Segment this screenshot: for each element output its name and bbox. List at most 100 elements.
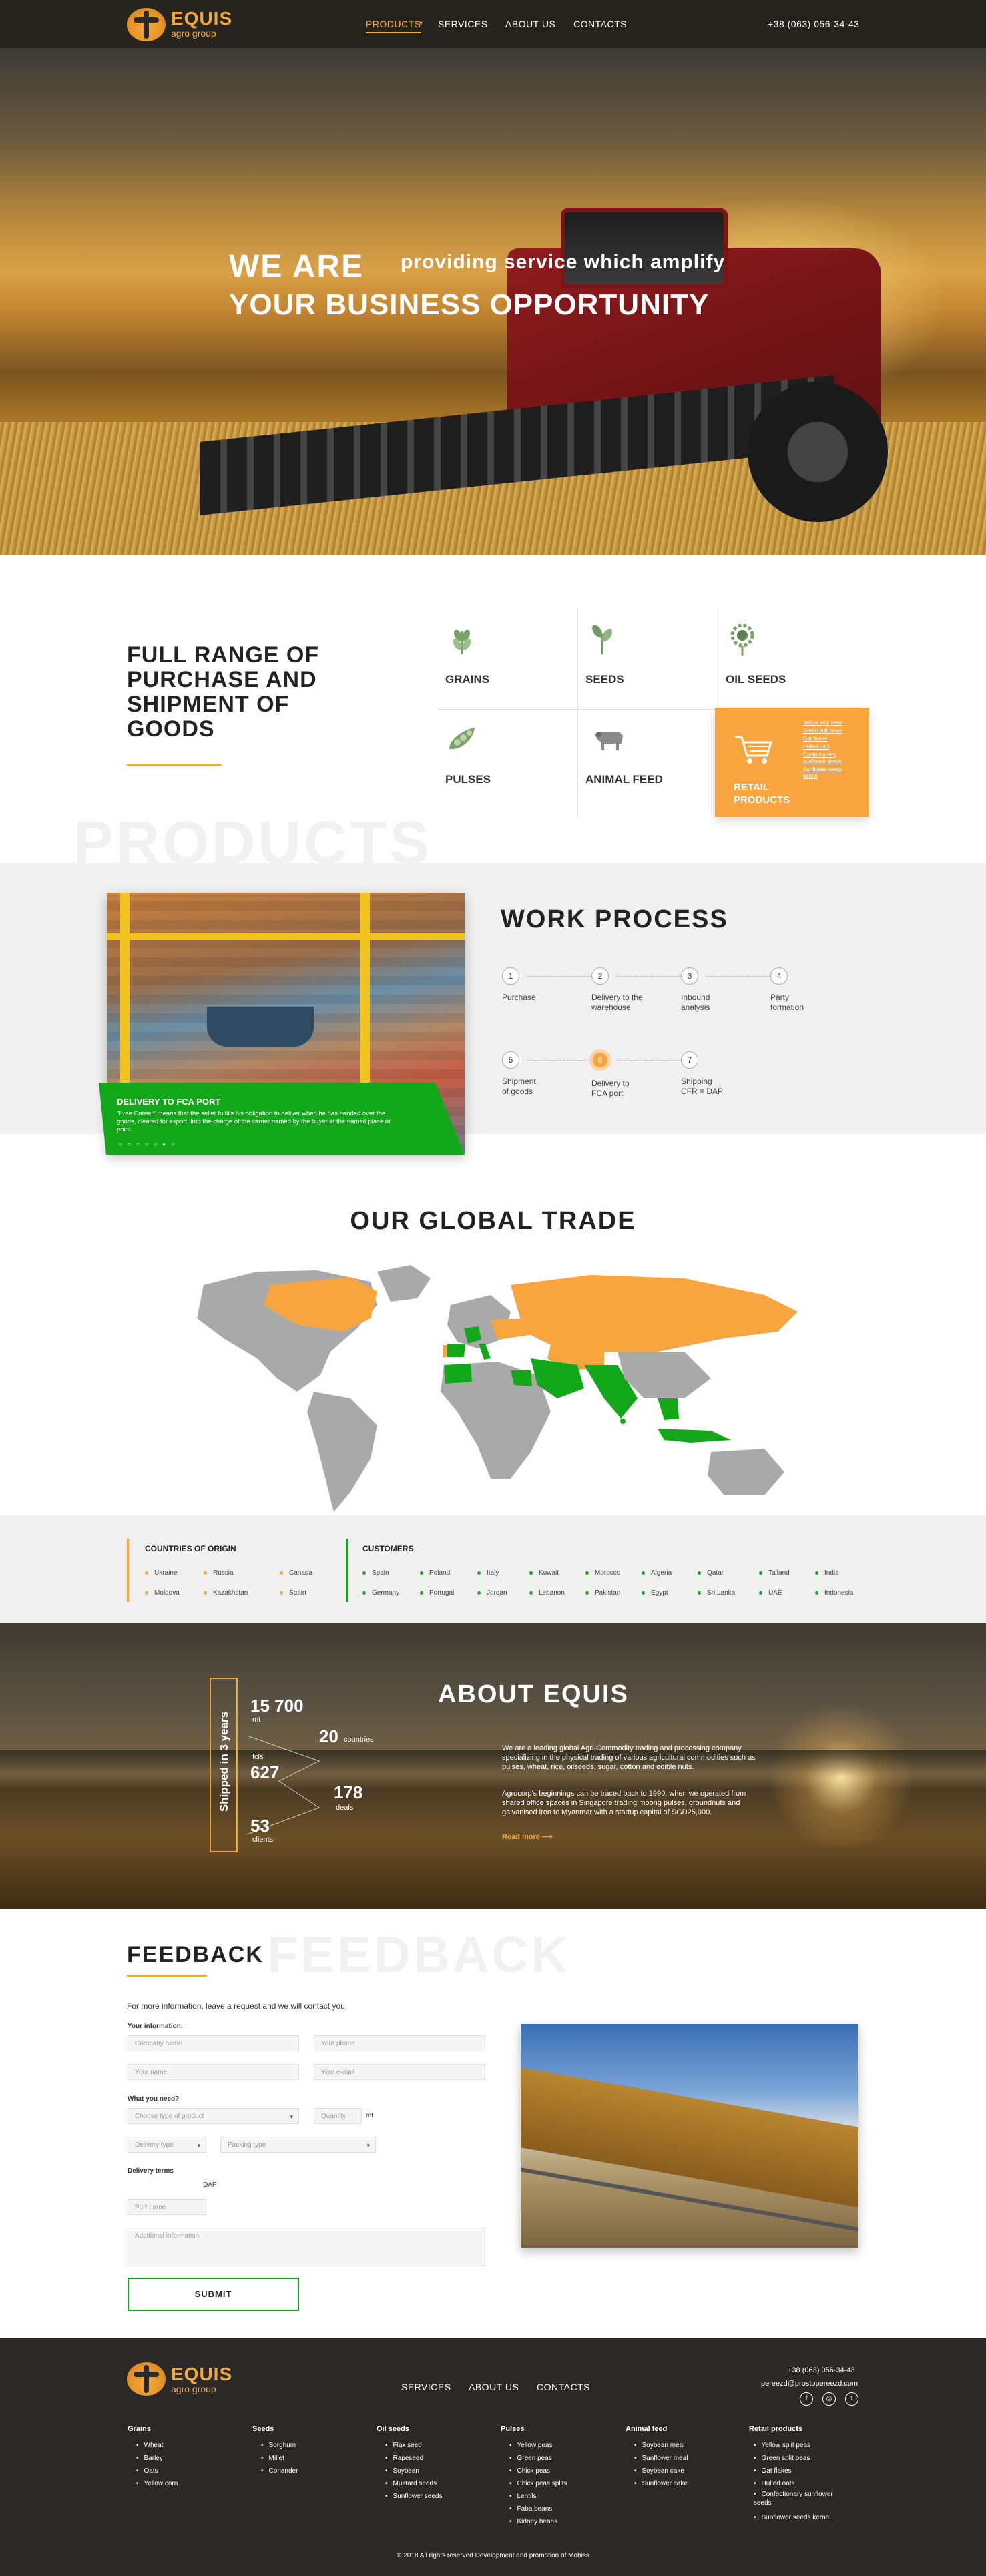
product-animal-feed[interactable]: ANIMAL FEED [577, 709, 718, 809]
footer-link[interactable]: Yellow peas [509, 2439, 567, 2452]
retail-link[interactable]: Sunflower seeds kernel [803, 766, 856, 780]
retail-link[interactable]: Confectionery sunflower seeds [803, 752, 856, 765]
what-need-label: What you need? [128, 2095, 180, 2103]
instagram-icon[interactable]: ◎ [822, 2392, 836, 2406]
footer-link[interactable]: Millet [261, 2452, 298, 2465]
additional-info-textarea[interactable]: Additional information [128, 2228, 485, 2266]
footer-link[interactable]: Hulled oats [754, 2477, 840, 2490]
equis-logo-icon[interactable] [127, 2362, 166, 2396]
footer-link[interactable]: Kidney beans [509, 2515, 567, 2528]
footer-logo-name[interactable]: EQUIS [171, 2364, 232, 2385]
footer-link[interactable]: Chick peas [509, 2465, 567, 2477]
product-type-select[interactable]: Choose type of product [128, 2108, 299, 2124]
footer-link[interactable]: Mustard seeds [385, 2477, 442, 2490]
facebook-icon[interactable]: f [800, 2392, 813, 2406]
product-oil-seeds[interactable]: OIL SEEDS [718, 609, 858, 709]
retail-link[interactable]: Green split peas [803, 728, 856, 734]
retail-links: Yellow split peas Green split peas Oat f… [803, 720, 856, 781]
work-step[interactable]: 4 Party formation [770, 967, 810, 1013]
port-name-input[interactable]: Port name [128, 2199, 206, 2215]
retail-link[interactable]: Hulled oats [803, 744, 856, 750]
header-phone[interactable]: +38 (063) 056-34-43 [768, 19, 860, 29]
footer-col-title[interactable]: Oil seeds [377, 2425, 409, 2433]
footer-link[interactable]: Sunflower meal [634, 2452, 688, 2465]
product-pulses[interactable]: PULSES [437, 709, 577, 809]
footer-phone[interactable]: +38 (063) 056-34-43 [788, 2366, 855, 2374]
origin-title: COUNTRIES OF ORIGIN [145, 1544, 236, 1553]
origin-country: Kazakhstan [204, 1589, 248, 1597]
footer-link[interactable]: Sunflower seeds [385, 2490, 443, 2503]
footer-col-title[interactable]: Animal feed [626, 2425, 667, 2433]
products-section-title: FULL RANGE OF PURCHASE AND SHIPMENT OF G… [127, 642, 320, 742]
footer-link[interactable]: Sunflower cake [634, 2477, 688, 2490]
footer-col-title[interactable]: Seeds [252, 2425, 274, 2433]
nav-about-us[interactable]: ABOUT US [505, 19, 555, 29]
work-step[interactable]: 5 Shipment of goods [502, 1051, 542, 1097]
footer-col-title[interactable]: Grains [128, 2425, 151, 2433]
product-retail[interactable]: RETAIL PRODUCTS Yellow split peas Green … [715, 708, 869, 817]
footer-nav-contacts[interactable]: CONTACTS [537, 2382, 590, 2392]
stat-value: 178 [334, 1782, 363, 1802]
footer-col-title[interactable]: Pulses [501, 2425, 524, 2433]
work-step-active[interactable]: 6 Delivery to FCA port [589, 1049, 632, 1099]
footer-link[interactable]: Soybean [385, 2465, 442, 2477]
step-label: Inbound analysis [681, 993, 710, 1012]
dap-option[interactable]: DAP [203, 2181, 217, 2189]
email-input[interactable]: Your e-mail [314, 2064, 485, 2080]
retail-link[interactable]: Oat flakes [803, 736, 856, 742]
footer-link[interactable]: Soybean cake [634, 2465, 688, 2477]
nav-products[interactable]: PRODUCTS [366, 19, 421, 33]
footer-link[interactable]: Confectionary sunflower seeds [754, 2490, 840, 2507]
footer-link[interactable]: Barley [136, 2452, 178, 2465]
footer-link[interactable]: Green split peas [754, 2452, 840, 2465]
footer-link[interactable]: Yellow split peas [754, 2439, 840, 2452]
retail-link[interactable]: Yellow split peas [803, 720, 856, 726]
nav-contacts[interactable]: CONTACTS [573, 19, 627, 29]
quantity-input[interactable]: Quantity [314, 2108, 362, 2124]
map-australia [708, 1449, 784, 1495]
footer-email[interactable]: pereezd@prostopereezd.com [761, 2380, 858, 2388]
stat-value: 53 [250, 1816, 270, 1836]
footer-link[interactable]: Chick peas splits [509, 2477, 567, 2490]
read-more-link[interactable]: Read more ⟶ [502, 1832, 553, 1841]
footer-link[interactable]: Flax seed [385, 2439, 442, 2452]
dropdown-chevron-icon[interactable]: ▾ [419, 20, 423, 27]
work-step[interactable]: 3 Inbound analysis [681, 967, 721, 1013]
product-seeds[interactable]: SEEDS [577, 609, 718, 709]
work-step[interactable]: 7 Shipping CFR ≡ DAP [681, 1051, 728, 1097]
footer-link[interactable]: Coriander [261, 2465, 298, 2477]
footer-link[interactable]: Sunflower seeds kernel [754, 2511, 840, 2524]
footer-link[interactable]: Rapeseed [385, 2452, 442, 2465]
footer-link[interactable]: Sorghum [261, 2439, 298, 2452]
customer-country: Tailand [759, 1569, 790, 1577]
product-grains[interactable]: GRAINS [437, 609, 577, 709]
wheat-icon [453, 629, 471, 654]
footer-link[interactable]: Soybean meal [634, 2439, 688, 2452]
footer-link[interactable]: Oat flakes [754, 2465, 840, 2477]
footer-nav-about-us[interactable]: ABOUT US [469, 2382, 519, 2392]
phone-input[interactable]: Your phone [314, 2035, 485, 2051]
slider-dots[interactable]: ○ ○ ○ ○ ○ ● ○ [119, 1141, 176, 1147]
footer-link[interactable]: Yellow corn [136, 2477, 178, 2490]
customer-country: Spain [362, 1569, 389, 1577]
equis-logo-icon[interactable] [127, 8, 166, 41]
footer-link[interactable]: Faba beans [509, 2503, 567, 2515]
footer-link[interactable]: Oats [136, 2465, 178, 2477]
work-step[interactable]: 1 Purchase [502, 967, 582, 1003]
footer-link[interactable]: Green peas [509, 2452, 567, 2465]
footer-link[interactable]: Lentils [509, 2490, 567, 2503]
footer-nav-services[interactable]: SERVICES [401, 2382, 451, 2392]
origin-accent-bar [127, 1539, 129, 1602]
delivery-type-select[interactable]: Delivery type [128, 2137, 206, 2153]
product-label: SEEDS [585, 673, 624, 686]
work-step[interactable]: 2 Delivery to the warehouse [591, 967, 655, 1013]
name-input[interactable]: Your name [128, 2064, 299, 2080]
submit-button[interactable]: SUBMIT [128, 2278, 299, 2311]
logo-name[interactable]: EQUIS [171, 8, 232, 29]
nav-services[interactable]: SERVICES [438, 19, 488, 29]
footer-link[interactable]: Wheat [136, 2439, 178, 2452]
twitter-icon[interactable]: t [845, 2392, 858, 2406]
company-name-input[interactable]: Company name [128, 2035, 299, 2051]
footer-col-title[interactable]: Retail products [749, 2425, 802, 2433]
packing-type-select[interactable]: Packing type [220, 2137, 376, 2153]
